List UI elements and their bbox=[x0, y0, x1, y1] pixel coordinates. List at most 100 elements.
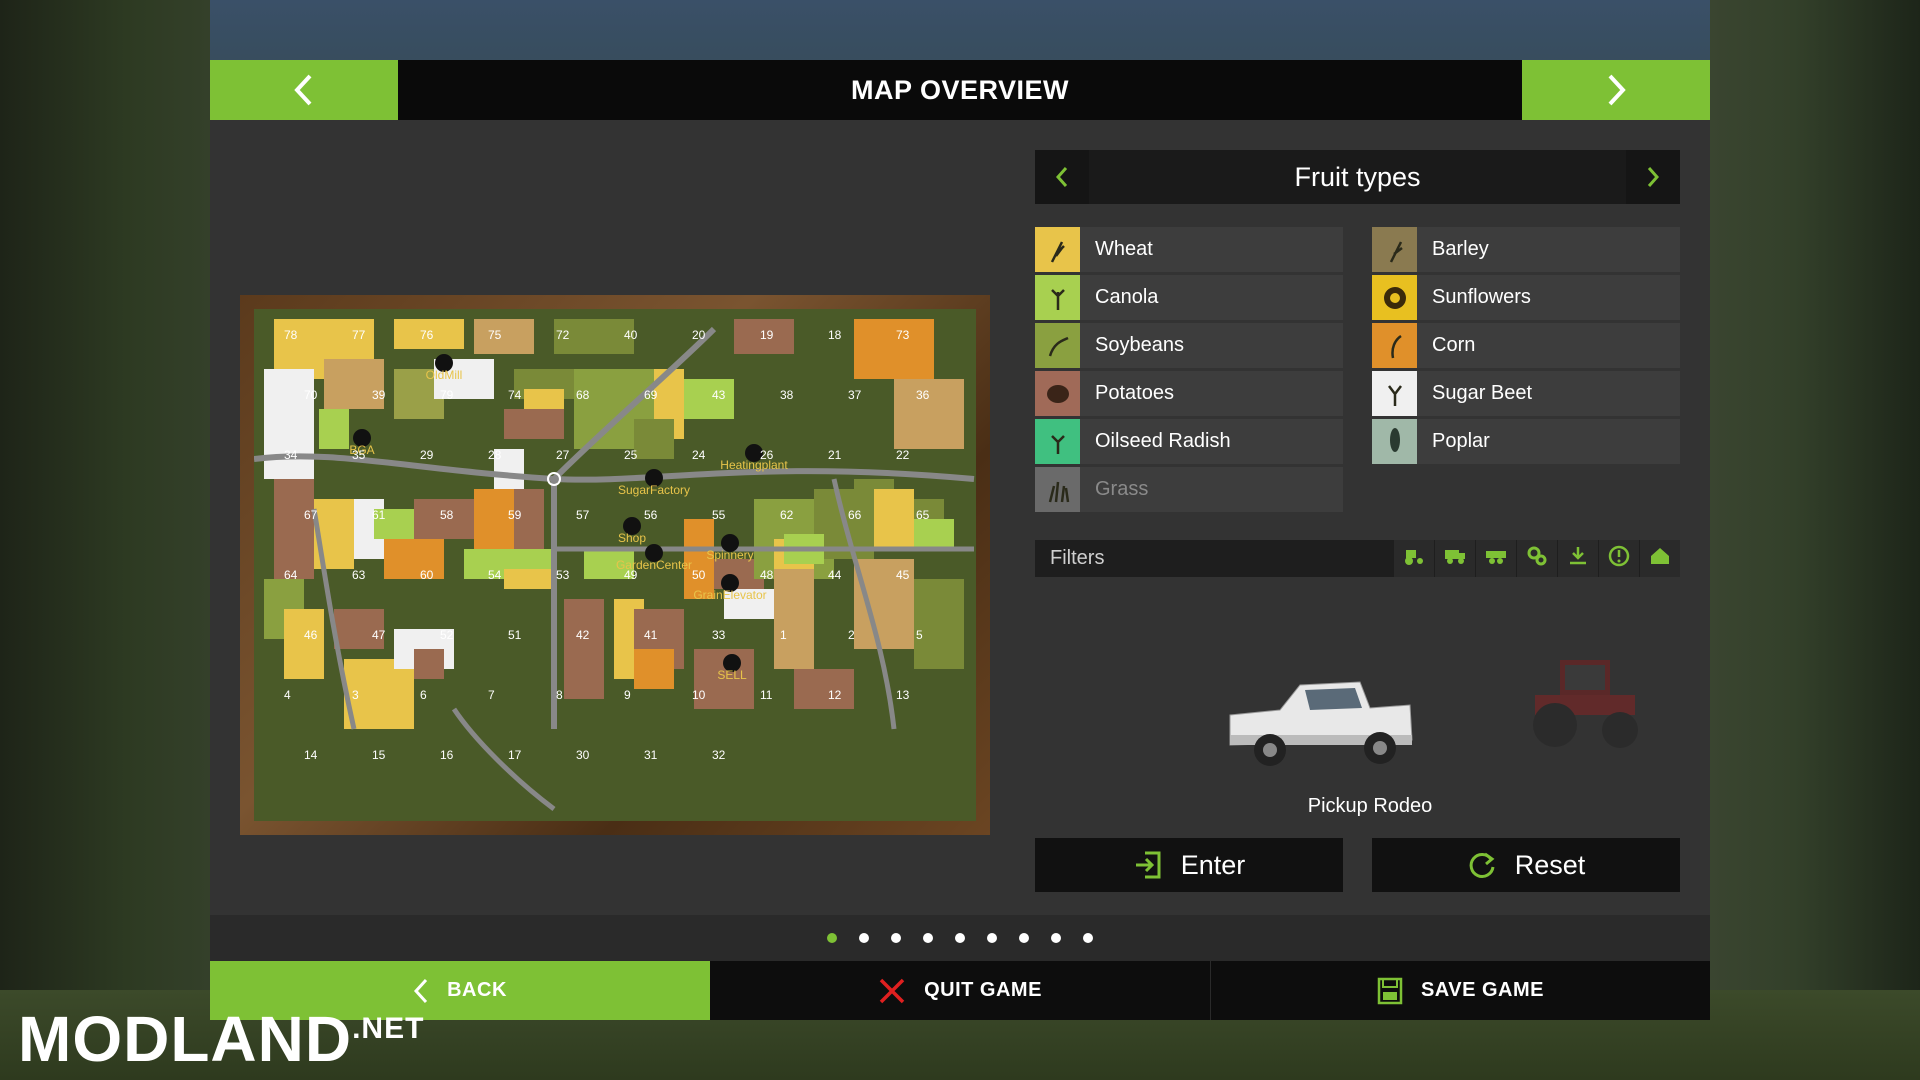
fruit-item-sunflowers[interactable]: Sunflowers bbox=[1372, 275, 1680, 320]
map-frame: OldMill BGA SugarFactory Heatingplant Shop Ga… bbox=[240, 295, 990, 835]
map-field-number: 56 bbox=[644, 508, 658, 522]
page-indicator bbox=[210, 915, 1710, 961]
map-poi-label: SELL bbox=[717, 668, 747, 682]
map-field-number: 10 bbox=[692, 688, 706, 702]
map-field bbox=[274, 479, 314, 579]
fruit-item-oilseed-radish[interactable]: Oilseed Radish bbox=[1035, 419, 1343, 464]
map-field-number: 5 bbox=[916, 628, 923, 642]
truck-filter-button[interactable] bbox=[1435, 540, 1475, 577]
map-field-number: 62 bbox=[780, 508, 794, 522]
fruit-item-poplar[interactable]: Poplar bbox=[1372, 419, 1680, 464]
header-bar: MAP OVERVIEW bbox=[210, 60, 1710, 120]
unload-filter-button[interactable] bbox=[1558, 540, 1598, 577]
save-game-button[interactable]: SAVE GAME bbox=[1210, 961, 1710, 1020]
tractor-filter-button[interactable] bbox=[1394, 540, 1434, 577]
page-dot[interactable] bbox=[827, 933, 837, 943]
fruit-item-wheat[interactable]: Wheat bbox=[1035, 227, 1343, 272]
home-icon bbox=[1648, 544, 1672, 573]
trailer-filter-button[interactable] bbox=[1476, 540, 1516, 577]
fruit-item-label: Potatoes bbox=[1095, 382, 1174, 404]
map-field-number: 20 bbox=[692, 328, 706, 342]
back-label: BACK bbox=[447, 979, 507, 1001]
chevron-left-icon bbox=[294, 74, 312, 106]
canola-icon bbox=[1035, 275, 1080, 320]
map-poi-label: OldMill bbox=[426, 368, 463, 382]
page-dot[interactable] bbox=[1019, 933, 1029, 943]
fruit-item-potatoes[interactable]: Potatoes bbox=[1035, 371, 1343, 416]
map-field-number: 39 bbox=[372, 388, 386, 402]
map-field-number: 9 bbox=[624, 688, 631, 702]
warning-icon bbox=[1607, 544, 1631, 573]
map-poi-label: Heatingplant bbox=[720, 458, 788, 472]
page-dot[interactable] bbox=[987, 933, 997, 943]
fruit-item-label: Oilseed Radish bbox=[1095, 430, 1231, 452]
corn-icon bbox=[1372, 323, 1417, 368]
map-field bbox=[384, 539, 444, 579]
home-filter-button[interactable] bbox=[1640, 540, 1680, 577]
map-field bbox=[564, 599, 604, 699]
map-field-number: 69 bbox=[644, 388, 658, 402]
fruit-item-canola[interactable]: Canola bbox=[1035, 275, 1343, 320]
page-dot[interactable] bbox=[859, 933, 869, 943]
map-field-number: 32 bbox=[712, 748, 726, 762]
page-dot[interactable] bbox=[955, 933, 965, 943]
fruit-item-label: Wheat bbox=[1095, 238, 1153, 260]
fruit-item-barley[interactable]: Barley bbox=[1372, 227, 1680, 272]
map-field bbox=[634, 649, 674, 689]
map-poi-label: Spinnery bbox=[706, 548, 753, 562]
fruit-types-selector: Fruit types bbox=[1035, 150, 1680, 204]
gears-filter-button[interactable] bbox=[1517, 540, 1557, 577]
barley-icon bbox=[1372, 227, 1417, 272]
enter-vehicle-button[interactable]: Enter bbox=[1035, 838, 1343, 892]
map-field-number: 66 bbox=[848, 508, 862, 522]
chevron-right-icon bbox=[1608, 74, 1626, 106]
map-field-number: 24 bbox=[692, 448, 706, 462]
map-field-number: 31 bbox=[644, 748, 658, 762]
farm-map[interactable]: OldMillBGASugarFactoryHeatingplantShopGa… bbox=[254, 309, 976, 821]
map-field bbox=[774, 569, 814, 669]
map-field-number: 25 bbox=[624, 448, 638, 462]
fruit-item-soybeans[interactable]: Soybeans bbox=[1035, 323, 1343, 368]
tractor-image bbox=[1533, 660, 1638, 748]
map-field-number: 1 bbox=[780, 628, 787, 642]
map-field-number: 27 bbox=[556, 448, 570, 462]
map-field-number: 7 bbox=[488, 688, 495, 702]
map-field-number: 28 bbox=[488, 448, 502, 462]
map-field bbox=[504, 409, 564, 439]
truck-icon bbox=[1443, 544, 1467, 573]
prev-category-button[interactable] bbox=[1035, 150, 1089, 204]
unload-icon bbox=[1566, 544, 1590, 573]
fruit-item-grass[interactable]: Grass bbox=[1035, 467, 1343, 512]
next-category-button[interactable] bbox=[1626, 150, 1680, 204]
map-field-number: 2 bbox=[848, 628, 855, 642]
map-field-number: 59 bbox=[508, 508, 522, 522]
map-field bbox=[414, 649, 444, 679]
sunflower-icon bbox=[1372, 275, 1417, 320]
page-dot[interactable] bbox=[1051, 933, 1061, 943]
map-field-number: 11 bbox=[760, 688, 773, 702]
warning-filter-button[interactable] bbox=[1599, 540, 1639, 577]
page-dot[interactable] bbox=[923, 933, 933, 943]
fruit-item-corn[interactable]: Corn bbox=[1372, 323, 1680, 368]
next-page-button[interactable] bbox=[1522, 60, 1710, 120]
reset-vehicle-button[interactable]: Reset bbox=[1372, 838, 1680, 892]
map-field-number: 17 bbox=[508, 748, 522, 762]
sugarbeet-icon bbox=[1372, 371, 1417, 416]
page-dot[interactable] bbox=[891, 933, 901, 943]
modland-watermark: MODLAND.NET bbox=[18, 1003, 425, 1075]
map-field-number: 74 bbox=[508, 388, 522, 402]
fruit-item-label: Sugar Beet bbox=[1432, 382, 1533, 404]
fruit-item-sugar-beet[interactable]: Sugar Beet bbox=[1372, 371, 1680, 416]
quit-game-button[interactable]: QUIT GAME bbox=[710, 961, 1210, 1020]
map-field bbox=[634, 419, 674, 459]
map-field bbox=[284, 609, 324, 679]
map-field-number: 16 bbox=[440, 748, 454, 762]
prev-page-button[interactable] bbox=[210, 60, 398, 120]
page-dot[interactable] bbox=[1083, 933, 1093, 943]
footer-bar: BACK QUIT GAME SAVE GAME bbox=[210, 961, 1710, 1020]
map-field-number: 51 bbox=[508, 628, 522, 642]
map-field-number: 53 bbox=[556, 568, 570, 582]
map-field bbox=[874, 489, 914, 549]
map-field-number: 38 bbox=[780, 388, 794, 402]
map-field bbox=[684, 379, 734, 419]
